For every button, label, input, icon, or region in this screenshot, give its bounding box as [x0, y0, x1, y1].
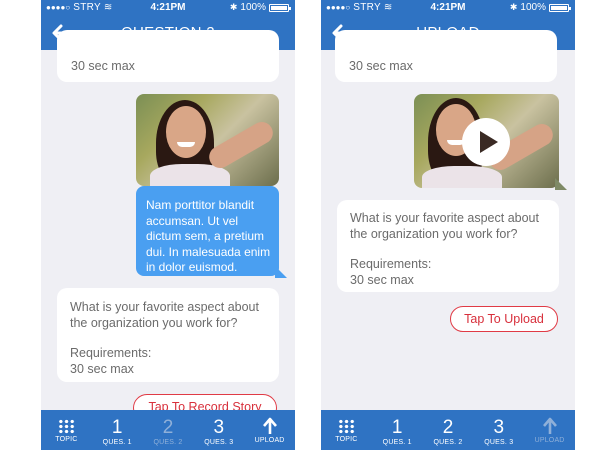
tab-question-2[interactable]: 2 QUES. 2 [423, 410, 474, 450]
upload-arrow-icon [542, 417, 557, 434]
question-bubble: What is your favorite aspect about the o… [337, 200, 559, 292]
requirements-value: 30 sec max [70, 362, 134, 376]
requirements-value: 30 sec max [349, 59, 413, 73]
upload-arrow-icon [262, 417, 277, 434]
reply-text: Nam porttitor blandit accumsan. Ut vel d… [146, 198, 271, 274]
battery-icon [549, 3, 571, 12]
video-bubble-tail [555, 178, 567, 190]
tab-question-1[interactable]: 1 QUES. 1 [92, 410, 143, 450]
tab-bar: TOPIC 1 QUES. 1 2 QUES. 2 3 QUES. 3 UPLO… [41, 410, 295, 450]
grid-icon [57, 419, 75, 434]
tab-topic[interactable]: TOPIC [41, 410, 92, 450]
tab-question-3[interactable]: 3 QUES. 3 [473, 410, 524, 450]
previous-question-bubble: 30 sec max [57, 30, 279, 82]
question-text: What is your favorite aspect about the o… [350, 211, 539, 241]
tab-question-2[interactable]: 2 QUES. 2 [143, 410, 194, 450]
battery-percent: 100% [240, 2, 266, 13]
requirements-value: 30 sec max [71, 59, 135, 73]
bluetooth-icon: ✱ [509, 2, 518, 12]
tab-bar: TOPIC 1 QUES. 1 2 QUES. 2 3 QUES. 3 UPLO… [321, 410, 575, 450]
status-bar: ●●●●○ STRY ≋ 4:21PM ✱ 100% [41, 0, 295, 16]
question-text: What is your favorite aspect about the o… [70, 300, 259, 330]
reply-bubble: Nam porttitor blandit accumsan. Ut vel d… [136, 186, 279, 276]
previous-question-bubble: 30 sec max [335, 30, 557, 82]
requirements-label: Requirements: [350, 257, 432, 271]
recorded-photo [136, 94, 279, 186]
play-icon[interactable] [462, 118, 510, 166]
requirements-label: Requirements: [70, 346, 152, 360]
tab-question-1[interactable]: 1 QUES. 1 [372, 410, 423, 450]
upload-button[interactable]: Tap To Upload [450, 306, 558, 332]
grid-icon [337, 419, 355, 434]
question-2-screen: ●●●●○ STRY ≋ 4:21PM ✱100% QUESTION 2 30 … [41, 0, 295, 450]
requirements-value: 30 sec max [350, 273, 414, 287]
tab-question-3[interactable]: 3 QUES. 3 [193, 410, 244, 450]
tab-topic[interactable]: TOPIC [321, 410, 372, 450]
reply-bubble-tail [275, 266, 287, 278]
tab-upload[interactable]: UPLOAD [244, 410, 295, 450]
upload-button-label: Tap To Upload [464, 312, 544, 326]
battery-icon [269, 3, 291, 12]
upload-screen: ●●●●○ STRY ≋ 4:21PM ✱100% UPLOAD 30 sec … [321, 0, 575, 450]
tab-upload[interactable]: UPLOAD [524, 410, 575, 450]
video-thumbnail[interactable] [414, 94, 559, 188]
battery-percent: 100% [520, 2, 546, 13]
status-bar: ●●●●○ STRY ≋ 4:21PM ✱ 100% [321, 0, 575, 16]
bluetooth-icon: ✱ [229, 2, 238, 12]
question-bubble: What is your favorite aspect about the o… [57, 288, 279, 382]
